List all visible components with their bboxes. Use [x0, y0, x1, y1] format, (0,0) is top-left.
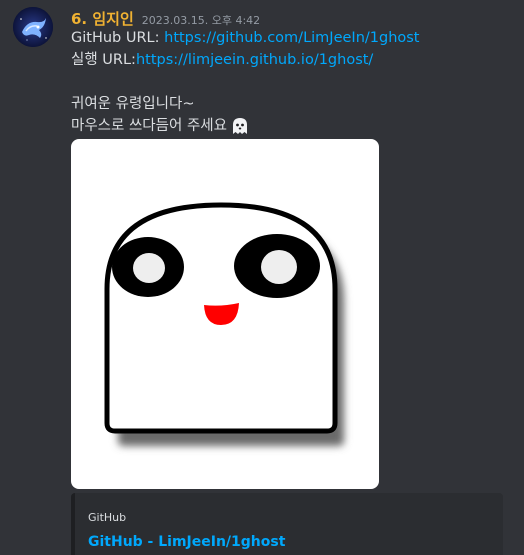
- ghost-icon[interactable]: [230, 116, 250, 136]
- link-embed: GitHub GitHub - LimJeeIn/1ghost: [71, 493, 503, 555]
- avatar[interactable]: [13, 7, 53, 47]
- pet-instruction-text: 마우스로 쓰다듬어 주세요: [71, 118, 227, 134]
- github-url-link[interactable]: https://github.com/LimJeeIn/1ghost: [164, 30, 419, 46]
- run-url-link[interactable]: https://limjeein.github.io/1ghost/: [136, 52, 373, 68]
- embed-provider: GitHub: [88, 511, 127, 524]
- image-attachment[interactable]: [71, 139, 379, 489]
- message-line-pet: 마우스로 쓰다듬어 주세요: [71, 115, 511, 137]
- run-url-label: 실행 URL:: [71, 52, 136, 68]
- run-url-line: 실행 URL:https://limjeein.github.io/1ghost…: [71, 49, 511, 71]
- ghost-image: [104, 202, 344, 446]
- github-url-label: GitHub URL:: [71, 30, 165, 46]
- embed-title-link[interactable]: GitHub - LimJeeIn/1ghost: [88, 534, 285, 550]
- username[interactable]: 6. 임지인: [71, 8, 134, 29]
- github-url-line: GitHub URL: https://github.com/LimJeeIn/…: [71, 27, 511, 49]
- message-content: GitHub URL: https://github.com/LimJeeIn/…: [71, 27, 511, 137]
- chat-message: 6. 임지인 2023.03.15. 오후 4:42 GitHub URL: h…: [0, 0, 524, 555]
- avatar-image: [13, 7, 53, 47]
- message-header: 6. 임지인 2023.03.15. 오후 4:42: [71, 8, 260, 28]
- message-line-cute-ghost: 귀여운 유령입니다~: [71, 96, 195, 112]
- timestamp: 2023.03.15. 오후 4:42: [141, 14, 261, 27]
